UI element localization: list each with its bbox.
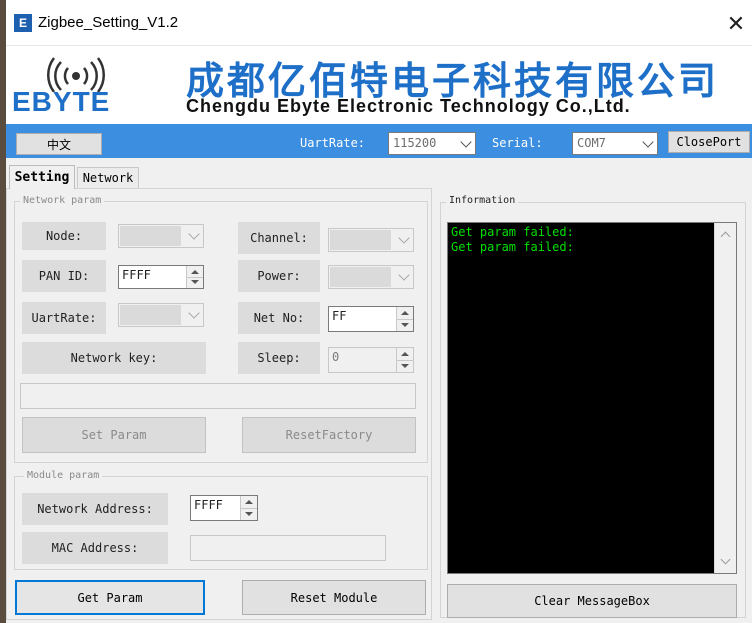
module-param-title: Module param [24, 470, 103, 481]
net-no-spinner[interactable] [396, 307, 413, 331]
pan-id-input[interactable]: FFFF [118, 265, 204, 289]
node-label: Node: [22, 222, 106, 250]
language-button[interactable]: 中文 [16, 133, 102, 155]
pan-id-value: FFFF [122, 268, 151, 282]
clear-messagebox-button[interactable]: Clear MessageBox [447, 584, 737, 618]
serial-port-value: COM7 [577, 136, 606, 150]
node-select[interactable] [118, 224, 204, 248]
power-select[interactable] [328, 265, 414, 289]
mac-address-input[interactable] [190, 535, 386, 561]
close-icon[interactable]: ✕ [720, 10, 752, 38]
power-select-value [330, 267, 391, 287]
net-no-input[interactable]: FF [328, 306, 414, 332]
pan-id-spinner[interactable] [186, 266, 203, 288]
network-address-value: FFFF [194, 498, 223, 512]
close-port-button[interactable]: ClosePort [668, 131, 750, 153]
get-param-button[interactable]: Get Param [15, 580, 205, 615]
serial-port-select[interactable]: COM7 [572, 132, 658, 155]
uart-rate-select[interactable]: 115200 [388, 132, 476, 155]
uart-rate-param-select[interactable] [118, 303, 204, 327]
chevron-down-icon [188, 228, 200, 240]
network-address-spinner[interactable] [240, 496, 257, 520]
mac-address-label: MAC Address: [22, 532, 168, 564]
scroll-down-icon[interactable] [720, 554, 731, 565]
chevron-down-icon [398, 232, 410, 244]
sleep-spinner[interactable] [396, 348, 413, 372]
set-param-button[interactable]: Set Param [22, 417, 206, 453]
tab-setting[interactable]: Setting [9, 165, 75, 189]
net-no-label: Net No: [238, 302, 320, 334]
uart-rate-param-label: UartRate: [22, 302, 106, 334]
uart-rate-label: UartRate: [300, 136, 366, 150]
message-line: Get param failed: [451, 225, 574, 239]
node-select-value [120, 226, 181, 246]
information-title: Information [446, 195, 519, 206]
reset-module-button[interactable]: Reset Module [242, 580, 426, 615]
serial-label: Serial: [492, 136, 543, 150]
channel-select-value [330, 230, 391, 250]
chevron-down-icon [188, 307, 200, 319]
network-address-label: Network Address: [22, 493, 168, 525]
channel-label: Channel: [238, 222, 320, 254]
company-name-english: Chengdu Ebyte Electronic Technology Co.,… [186, 96, 631, 116]
network-key-label: Network key: [22, 342, 206, 374]
network-key-input[interactable] [20, 383, 416, 409]
uart-rate-value: 115200 [393, 136, 437, 150]
net-no-value: FF [332, 309, 347, 323]
window-title: Zigbee_Setting_V1.2 [38, 14, 179, 31]
chevron-down-icon [460, 135, 472, 148]
sleep-input[interactable]: 0 [328, 347, 414, 373]
message-scrollbar[interactable] [714, 223, 736, 573]
channel-select[interactable] [328, 228, 414, 252]
message-box[interactable]: Get param failed: Get param failed: [447, 222, 737, 574]
sleep-label: Sleep: [238, 342, 320, 374]
power-label: Power: [238, 260, 320, 292]
ebyte-logo: EBYTE [12, 86, 111, 117]
uart-rate-param-value [120, 305, 181, 325]
network-param-title: Network param [20, 195, 105, 206]
scroll-up-icon[interactable] [720, 231, 731, 242]
tab-network[interactable]: Network [77, 167, 139, 188]
pan-id-label: PAN ID: [22, 260, 106, 292]
chevron-down-icon [398, 269, 410, 281]
chevron-down-icon [642, 135, 654, 148]
sleep-value: 0 [332, 350, 340, 364]
network-address-input[interactable]: FFFF [190, 495, 258, 521]
reset-factory-button[interactable]: ResetFactory [242, 417, 416, 453]
message-line: Get param failed: [451, 240, 574, 254]
app-icon: E [14, 14, 32, 32]
